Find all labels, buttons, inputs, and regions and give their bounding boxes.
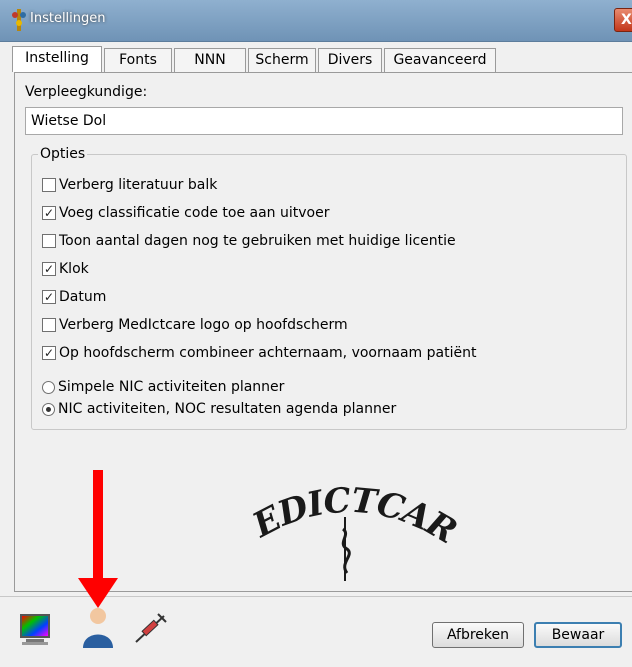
tab-bar: Instelling Fonts NNN Scherm Divers Geava… xyxy=(12,46,498,72)
options-group: Opties Verberg literatuur balk ✓ Voeg cl… xyxy=(31,146,627,430)
tab-instelling[interactable]: Instelling xyxy=(12,46,102,72)
radio-label: NIC activiteiten, NOC resultaten agenda … xyxy=(58,401,397,417)
option-label: Toon aantal dagen nog te gebruiken met h… xyxy=(59,233,456,249)
option-date[interactable]: ✓ Datum xyxy=(42,287,106,307)
title-bar: Instellingen X xyxy=(0,0,632,42)
radio-simple-nic-planner[interactable]: Simpele NIC activiteiten planner xyxy=(42,377,284,397)
checkbox-checked[interactable]: ✓ xyxy=(42,346,56,360)
option-hide-logo[interactable]: Verberg MedIctcare logo op hoofdscherm xyxy=(42,315,348,335)
close-icon: X xyxy=(621,12,632,28)
radio-button[interactable] xyxy=(42,380,55,394)
tab-scherm[interactable]: Scherm xyxy=(248,48,316,72)
option-label: Datum xyxy=(59,289,107,305)
option-combine-patient-name[interactable]: ✓ Op hoofdscherm combineer achternaam, v… xyxy=(42,343,476,363)
radio-nic-noc-agenda-planner[interactable]: NIC activiteiten, NOC resultaten agenda … xyxy=(42,399,396,419)
app-icon xyxy=(12,9,26,31)
tab-divers[interactable]: Divers xyxy=(318,48,382,72)
option-label: Op hoofdscherm combineer achternaam, voo… xyxy=(59,345,477,361)
option-label: Klok xyxy=(59,261,89,277)
radio-button-selected[interactable] xyxy=(42,402,55,416)
medictcare-logo: MEDICTCARE xyxy=(239,477,459,581)
option-label: Voeg classificatie code toe aan uitvoer xyxy=(59,205,330,221)
radio-label: Simpele NIC activiteiten planner xyxy=(58,379,285,395)
options-legend: Opties xyxy=(38,146,88,162)
nurse-name-input[interactable] xyxy=(25,107,623,135)
option-label: Verberg MedIctcare logo op hoofdscherm xyxy=(59,317,348,333)
checkbox-checked[interactable]: ✓ xyxy=(42,206,56,220)
monitor-icon[interactable] xyxy=(18,612,52,646)
tab-geavanceerd[interactable]: Geavanceerd xyxy=(384,48,496,72)
checkbox[interactable] xyxy=(42,318,56,332)
svg-text:MEDICTCARE: MEDICTCARE xyxy=(239,477,459,552)
cancel-button[interactable]: Afbreken xyxy=(432,622,524,648)
close-button[interactable]: X xyxy=(614,8,632,32)
option-show-license-days[interactable]: Toon aantal dagen nog te gebruiken met h… xyxy=(42,231,456,251)
option-hide-literature-bar[interactable]: Verberg literatuur balk xyxy=(42,175,217,195)
option-clock[interactable]: ✓ Klok xyxy=(42,259,89,279)
window-title: Instellingen xyxy=(30,11,106,26)
user-icon[interactable] xyxy=(70,470,124,650)
option-label: Verberg literatuur balk xyxy=(59,177,218,193)
save-button[interactable]: Bewaar xyxy=(534,622,622,648)
nurse-label: Verpleegkundige: xyxy=(25,84,148,100)
checkbox[interactable] xyxy=(42,178,56,192)
checkbox-checked[interactable]: ✓ xyxy=(42,262,56,276)
checkbox[interactable] xyxy=(42,234,56,248)
syringe-icon[interactable] xyxy=(132,612,168,646)
tab-nnn[interactable]: NNN xyxy=(174,48,246,72)
checkbox-checked[interactable]: ✓ xyxy=(42,290,56,304)
option-add-classification-code[interactable]: ✓ Voeg classificatie code toe aan uitvoe… xyxy=(42,203,329,223)
tab-fonts[interactable]: Fonts xyxy=(104,48,172,72)
